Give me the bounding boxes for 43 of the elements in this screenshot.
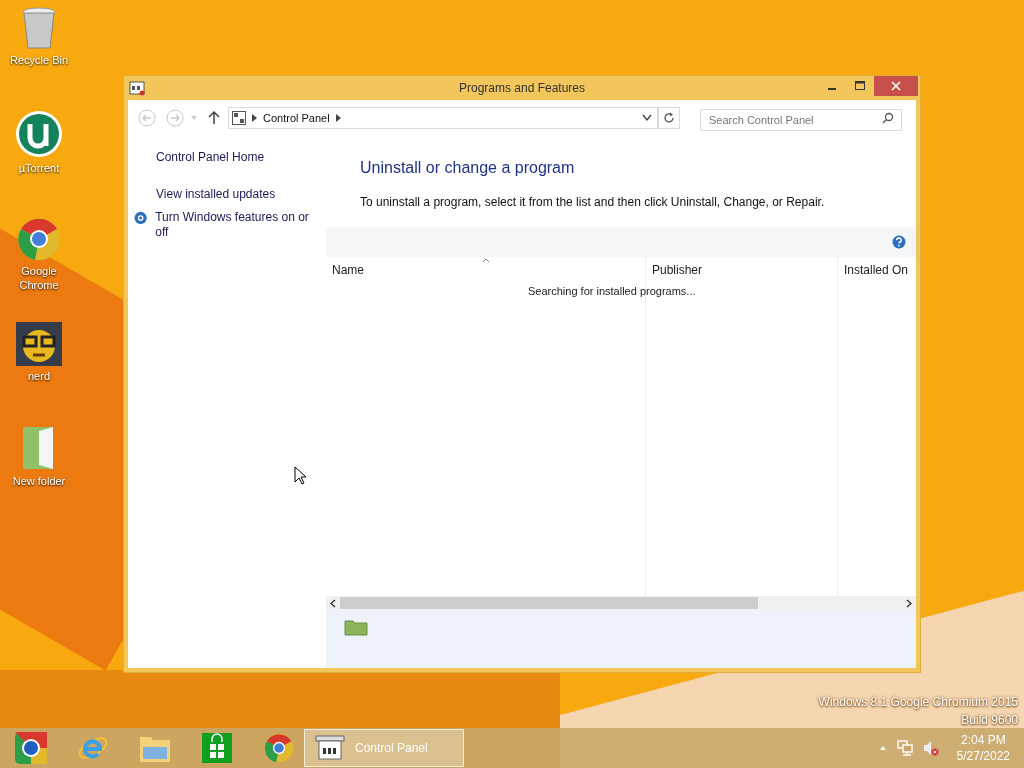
refresh-button[interactable] xyxy=(658,107,680,129)
build-text: Build 9600 xyxy=(961,712,1018,729)
page-heading: Uninstall or change a program xyxy=(360,158,576,178)
sidebar-link[interactable]: View installed updates xyxy=(156,187,276,202)
nerd-face-icon xyxy=(16,322,62,366)
refresh-icon xyxy=(663,112,675,124)
sidebar-link[interactable]: Turn Windows features on or off xyxy=(155,210,316,240)
store-bag-icon[interactable] xyxy=(202,733,232,763)
breadcrumb-item[interactable]: Control Panel xyxy=(263,109,330,127)
breadcrumb-arrow-icon[interactable] xyxy=(335,114,341,122)
chrome-logo-icon xyxy=(17,217,61,261)
scroll-left-icon[interactable] xyxy=(330,598,336,608)
chevron-down-icon[interactable] xyxy=(642,114,652,122)
sidebar-link[interactable]: Control Panel Home xyxy=(156,150,265,165)
control-panel-icon xyxy=(232,111,246,125)
trash-bin-icon xyxy=(21,6,57,50)
torrent-logo-icon xyxy=(15,110,63,158)
folder-icon xyxy=(344,618,368,636)
help-icon[interactable] xyxy=(892,235,906,249)
instructions-text: To uninstall a program, select it from the list and then click Uninstall, Change, or Repair. xyxy=(360,194,826,211)
column-header[interactable]: Name xyxy=(326,257,646,281)
chromium-logo-icon[interactable] xyxy=(14,731,48,765)
window-title: Programs and Features xyxy=(458,80,586,97)
control-panel-icon xyxy=(315,735,345,761)
search-field[interactable]: Search Control Panel xyxy=(700,109,902,131)
chrome-logo-icon[interactable] xyxy=(264,733,294,763)
close-icon xyxy=(891,81,901,91)
scrollbar-thumb[interactable] xyxy=(340,597,758,609)
scroll-right-icon[interactable] xyxy=(906,598,912,608)
breadcrumb-arrow-icon[interactable] xyxy=(252,114,257,122)
muted-speaker-icon[interactable] xyxy=(922,740,939,756)
column-header[interactable]: Publisher xyxy=(646,257,838,281)
minimize-icon xyxy=(828,88,836,90)
search-icon xyxy=(882,112,894,124)
address-bar[interactable]: Control Panel xyxy=(228,107,658,129)
column-header[interactable]: Installed On xyxy=(838,257,916,281)
status-text: Searching for installed programs... xyxy=(528,284,696,299)
settings-shield-icon xyxy=(134,211,148,225)
mouse-cursor-icon xyxy=(294,466,306,485)
maximize-icon xyxy=(855,81,865,91)
control-panel-icon[interactable] xyxy=(129,80,145,96)
up-arrow-icon[interactable] xyxy=(208,111,220,125)
build-text: Windows 8.1 Google Chromium 2015 xyxy=(818,694,1018,711)
